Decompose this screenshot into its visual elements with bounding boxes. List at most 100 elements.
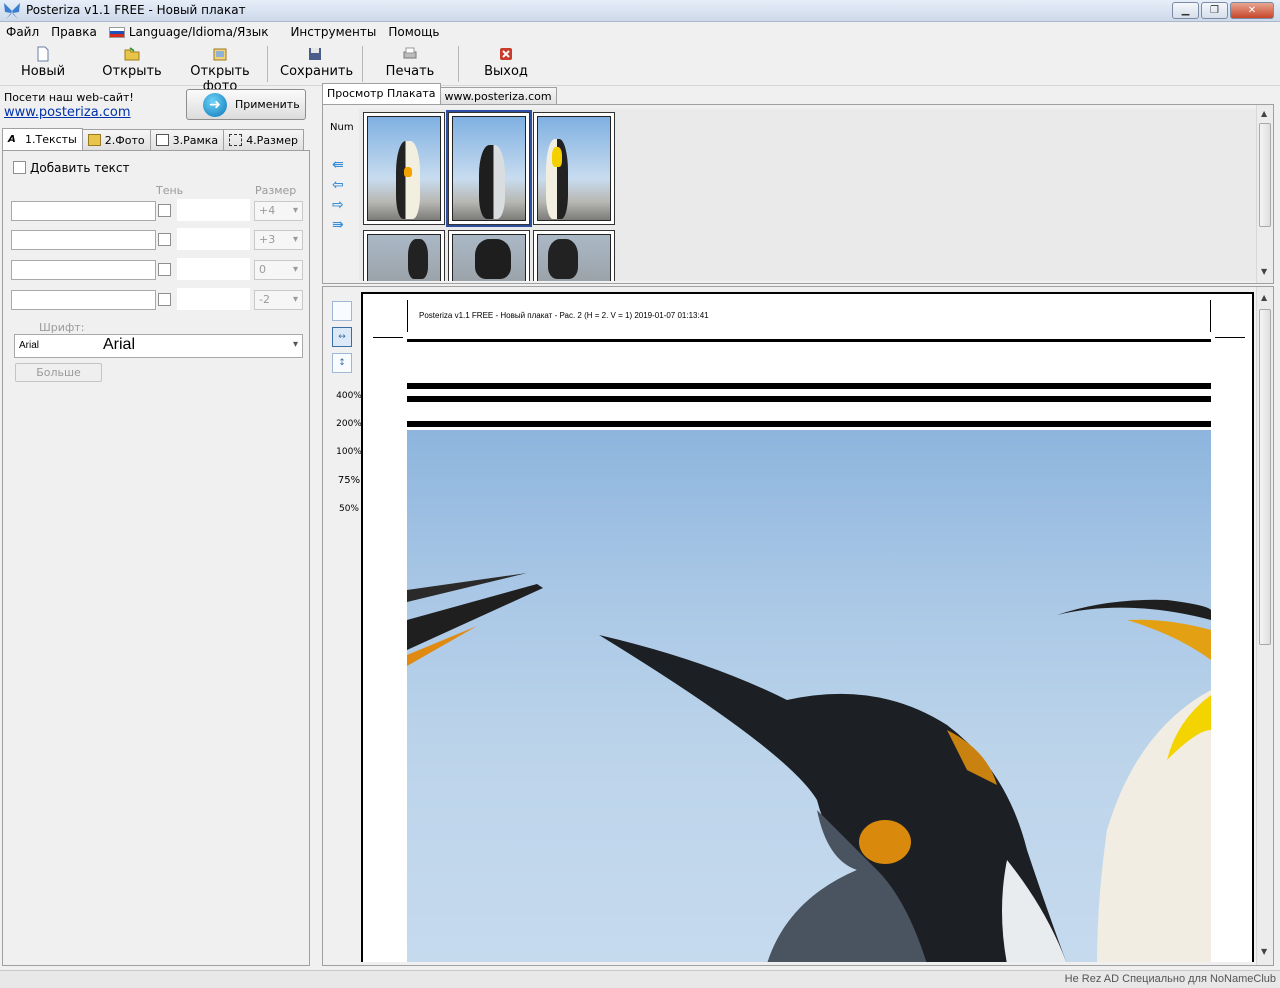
poster-preview-panel: ↔ ↕ 400% 200% 100% 75% 50% Posteriza v1.… xyxy=(322,286,1274,966)
size-select[interactable]: +4 xyxy=(254,201,303,221)
size-select[interactable]: 0 xyxy=(254,260,303,280)
maximize-button[interactable]: ❐ xyxy=(1201,2,1228,19)
size-select[interactable]: -2 xyxy=(254,290,303,310)
texts-panel: Добавить текст Тень Размер +4 +3 0 -2 Шр… xyxy=(2,150,310,966)
penguins-image xyxy=(407,573,1211,962)
next-page-icon[interactable]: ⇨ xyxy=(332,197,350,213)
cut-mark xyxy=(407,300,408,332)
close-button[interactable]: ✕ xyxy=(1230,2,1274,19)
status-bar: Не Rez AD Специально для NoNameClub xyxy=(0,970,1280,988)
page-thumbnail[interactable] xyxy=(363,230,445,281)
shadow-checkbox[interactable] xyxy=(158,204,171,217)
first-page-icon[interactable]: ⇚ xyxy=(332,157,350,173)
fit-height-icon[interactable]: ↕ xyxy=(332,353,352,373)
scroll-up-icon[interactable]: ▲ xyxy=(1261,293,1267,302)
butterfly-logo-icon xyxy=(4,3,20,19)
scrollbar-thumb[interactable] xyxy=(1259,309,1271,645)
frame-line xyxy=(407,396,1211,402)
exit-button-label: Выход xyxy=(484,64,528,79)
tab-poster-preview[interactable]: Просмотр Плаката xyxy=(322,83,441,104)
shadow-color-box[interactable] xyxy=(177,288,250,310)
scrollbar-thumb[interactable] xyxy=(1259,123,1271,227)
toolbar: Новый Открыть Открыть фото Сохранить Печ… xyxy=(0,42,1280,94)
new-button-label: Новый xyxy=(20,64,66,79)
shadow-checkbox[interactable] xyxy=(158,293,171,306)
text-line-input[interactable] xyxy=(11,290,156,310)
window-title: Posteriza v1.1 FREE - Новый плакат xyxy=(26,3,246,17)
text-line-input[interactable] xyxy=(11,201,156,221)
apply-button[interactable]: ➜ Применить xyxy=(186,89,306,120)
printer-icon xyxy=(403,47,417,59)
toolbar-separator xyxy=(458,46,459,82)
open-photo-button[interactable]: Открыть фото xyxy=(175,44,265,94)
fit-page-icon[interactable] xyxy=(332,301,352,321)
add-text-checkbox[interactable] xyxy=(13,161,26,174)
frame-line xyxy=(407,421,1211,427)
shadow-checkbox[interactable] xyxy=(158,263,171,276)
open-button[interactable]: Открыть xyxy=(102,44,162,84)
menu-edit[interactable]: Правка xyxy=(45,22,103,42)
print-button-label: Печать xyxy=(385,64,435,79)
page-thumbnail[interactable] xyxy=(363,112,445,225)
page-header-text: Posteriza v1.1 FREE - Новый плакат - Рас… xyxy=(419,311,709,320)
arrow-right-icon: ➜ xyxy=(203,92,227,117)
page-thumbnail[interactable] xyxy=(533,112,615,225)
num-label: Num xyxy=(330,122,354,133)
page-thumbnail[interactable] xyxy=(448,230,530,281)
cut-mark xyxy=(1210,300,1211,332)
menu-help[interactable]: Помощь xyxy=(382,22,445,42)
frame-icon xyxy=(155,134,169,146)
menu-tools[interactable]: Инструменты xyxy=(284,22,382,42)
tab-frame[interactable]: 3.Рамка xyxy=(149,129,225,150)
shadow-checkbox[interactable] xyxy=(158,233,171,246)
more-button[interactable]: Больше xyxy=(15,363,102,382)
website-area: Посети наш web-сайт! www.posteriza.com ➜… xyxy=(0,86,312,130)
open-photo-icon xyxy=(213,48,227,61)
scroll-down-icon[interactable]: ▼ xyxy=(1261,267,1267,276)
tab-photo-label: 2.Фото xyxy=(104,133,145,147)
minimize-button[interactable]: ▁ xyxy=(1172,2,1199,19)
text-icon: A xyxy=(8,133,16,145)
scroll-down-icon[interactable]: ▼ xyxy=(1261,947,1267,956)
tab-photo[interactable]: 2.Фото xyxy=(81,129,151,150)
poster-page: Posteriza v1.1 FREE - Новый плакат - Рас… xyxy=(361,292,1254,962)
menu-file[interactable]: Файл xyxy=(0,22,45,42)
print-button[interactable]: Печать xyxy=(380,44,440,84)
open-button-label: Открыть xyxy=(102,64,162,79)
new-button[interactable]: Новый xyxy=(18,44,68,84)
thumbnails-scrollbar[interactable]: ▲ ▼ xyxy=(1256,105,1273,283)
font-preview: Arial xyxy=(103,336,136,353)
tab-size[interactable]: 4.Размер xyxy=(223,129,304,150)
size-select[interactable]: +3 xyxy=(254,230,303,250)
shadow-column-label: Тень xyxy=(156,184,184,197)
page-thumbnail[interactable] xyxy=(533,230,615,281)
prev-page-icon[interactable]: ⇦ xyxy=(332,177,350,193)
scroll-up-icon[interactable]: ▲ xyxy=(1261,109,1267,118)
exit-x-icon xyxy=(500,48,512,60)
save-button[interactable]: Сохранить xyxy=(280,44,353,84)
shadow-color-box[interactable] xyxy=(177,199,250,221)
fit-width-icon[interactable]: ↔ xyxy=(332,327,352,347)
add-text-label: Добавить текст xyxy=(30,161,130,175)
font-label: Шрифт: xyxy=(39,321,85,334)
shadow-color-box[interactable] xyxy=(177,228,250,250)
menu-language[interactable]: Language/Idioma/Язык xyxy=(103,22,275,42)
last-page-icon[interactable]: ⇛ xyxy=(332,217,350,233)
page-thumbnail[interactable] xyxy=(446,110,532,227)
tab-frame-label: 3.Рамка xyxy=(172,133,219,147)
website-link[interactable]: www.posteriza.com xyxy=(4,105,131,120)
text-line-input[interactable] xyxy=(11,230,156,250)
text-line-input[interactable] xyxy=(11,260,156,280)
frame-line xyxy=(407,339,1211,342)
tab-website[interactable]: www.posteriza.com xyxy=(439,87,557,105)
tab-texts[interactable]: A 1.Тексты xyxy=(2,128,83,150)
font-name-small: Arial xyxy=(19,340,40,351)
font-select[interactable]: Arial Arial ▾ xyxy=(14,334,303,358)
open-folder-icon xyxy=(124,47,140,61)
shadow-color-box[interactable] xyxy=(177,258,250,280)
floppy-disk-icon xyxy=(309,48,321,60)
preview-scrollbar[interactable]: ▲ ▼ xyxy=(1256,287,1273,965)
preview-tabs: Просмотр Плаката www.posteriza.com xyxy=(322,83,557,105)
tab-texts-label: 1.Тексты xyxy=(25,133,77,146)
exit-button[interactable]: Выход xyxy=(480,44,532,84)
